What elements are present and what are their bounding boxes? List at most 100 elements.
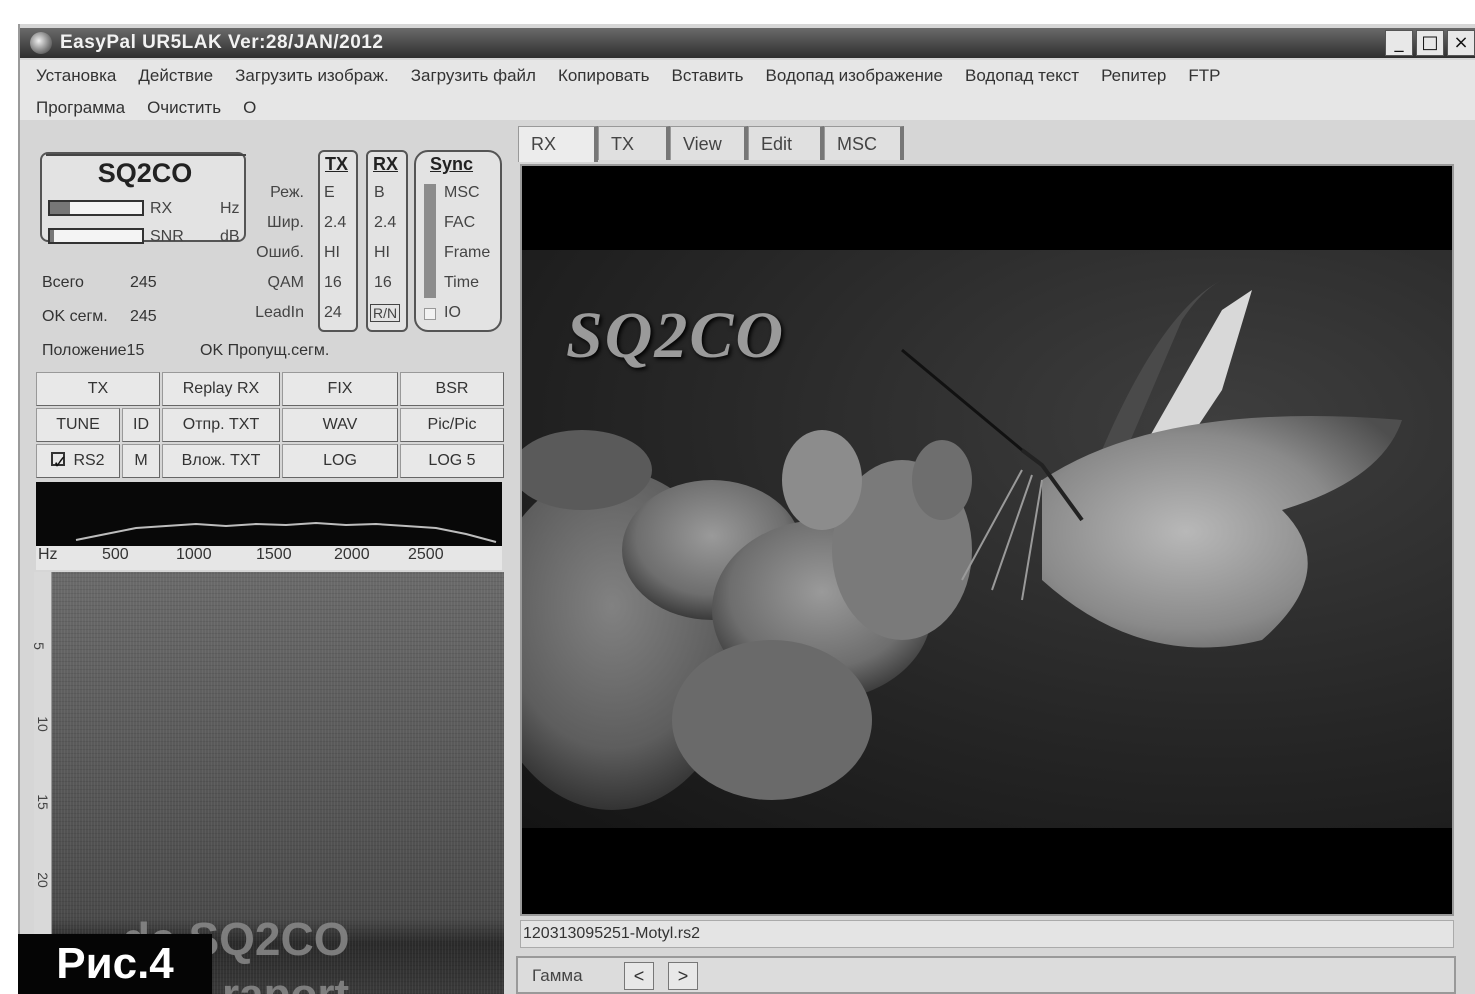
menu-repeater[interactable]: Репитер <box>1101 66 1166 86</box>
menu-action[interactable]: Действие <box>138 66 213 86</box>
pic-pic-button[interactable]: Pic/Pic <box>400 408 504 442</box>
minimize-button[interactable]: _ <box>1385 30 1413 56</box>
send-txt-button[interactable]: Отпр. TXT <box>162 408 280 442</box>
snr-label: SNR <box>150 228 184 245</box>
tab-edit[interactable]: Edit <box>748 126 824 160</box>
ok-segments-label: OK сегм. <box>42 308 108 325</box>
freq-unit-label: Hz <box>38 546 58 563</box>
rs2-check-icon[interactable] <box>51 446 68 478</box>
freq-tick-2000: 2000 <box>334 546 370 563</box>
figure-label: Рис.4 <box>18 934 212 994</box>
rx-width-value: 2.4 <box>374 214 397 231</box>
rx-params-box: RX B 2.4 HI 16 R/N <box>366 150 408 332</box>
callsign-divider <box>46 154 246 156</box>
log-button[interactable]: LOG <box>282 444 398 478</box>
menu-load-file[interactable]: Загрузить файл <box>411 66 536 86</box>
menu-ftp[interactable]: FTP <box>1188 66 1220 86</box>
waterfall-text-report: raport <box>222 970 349 994</box>
total-label: Всего <box>42 274 84 291</box>
param-error-label: Ошиб. <box>256 244 304 261</box>
rx-qam-value: 16 <box>374 274 392 291</box>
snr-level-fill <box>50 230 54 242</box>
menu-row-2: Программа Очистить O <box>36 98 256 118</box>
control-buttons: TX Replay RX FIX BSR TUNE ID Отпр. TXT W… <box>36 372 504 480</box>
rx-level-meter <box>48 200 144 216</box>
snr-meter <box>48 228 144 244</box>
gamma-label: Гамма <box>532 966 583 985</box>
menu-clear[interactable]: Очистить <box>147 98 221 118</box>
rx-rn-button[interactable]: R/N <box>370 304 401 322</box>
tab-rx[interactable]: RX <box>518 126 598 162</box>
ruler-tick-20: 20 <box>34 872 51 888</box>
snr-unit: dB <box>220 228 240 245</box>
param-leadin-label: LeadIn <box>255 304 304 321</box>
ruler-tick-15: 15 <box>34 794 51 810</box>
tab-view[interactable]: View <box>670 126 748 160</box>
rx-error-value: HI <box>374 244 390 261</box>
window-controls: _ □ × <box>1385 30 1475 56</box>
menu-paste[interactable]: Вставить <box>671 66 743 86</box>
freq-tick-500: 500 <box>102 546 129 563</box>
sync-msc-label: MSC <box>444 184 480 201</box>
spectrum-curve <box>75 521 497 543</box>
tab-tx[interactable]: TX <box>598 126 670 160</box>
sync-time-label: Time <box>444 274 479 291</box>
callsign-display: SQ2CO <box>97 158 193 188</box>
maximize-button[interactable]: □ <box>1416 30 1444 56</box>
menu-bar: Установка Действие Загрузить изображ. За… <box>20 60 1475 120</box>
received-image-frame: SQ2CO <box>520 164 1454 916</box>
menu-waterfall-image[interactable]: Водопад изображение <box>766 66 943 86</box>
wav-button[interactable]: WAV <box>282 408 398 442</box>
spectrum-display[interactable] <box>36 482 502 546</box>
attach-txt-button[interactable]: Влож. TXT <box>162 444 280 478</box>
tab-bar: RX TX View Edit MSC <box>518 126 904 162</box>
menu-load-image[interactable]: Загрузить изображ. <box>235 66 389 86</box>
tx-mode-value: E <box>324 184 335 201</box>
replay-rx-button[interactable]: Replay RX <box>162 372 280 406</box>
rs2-checkbox[interactable]: RS2 <box>36 444 120 478</box>
tx-width-value: 2.4 <box>324 214 347 231</box>
sync-io-label: IO <box>444 304 461 321</box>
sync-header: Sync <box>430 154 474 174</box>
id-button[interactable]: ID <box>122 408 160 442</box>
io-indicator <box>424 308 436 320</box>
total-value: 245 <box>130 274 157 291</box>
received-picture: SQ2CO <box>522 250 1452 828</box>
close-button[interactable]: × <box>1447 30 1475 56</box>
app-logo-icon <box>30 32 52 54</box>
tx-error-value: HI <box>324 244 340 261</box>
freq-tick-2500: 2500 <box>408 546 444 563</box>
rs2-label: RS2 <box>73 452 105 469</box>
tx-params-box: TX E 2.4 HI 16 24 <box>318 150 358 332</box>
freq-tick-1000: 1000 <box>176 546 212 563</box>
fix-button[interactable]: FIX <box>282 372 398 406</box>
waterfall-display[interactable]: 5 10 15 20 de SQ2CO raport <box>30 572 504 994</box>
sync-frame-label: Frame <box>444 244 491 261</box>
log5-button[interactable]: LOG 5 <box>400 444 504 478</box>
rx-unit: Hz <box>220 200 240 217</box>
gamma-decrease-button[interactable]: < <box>624 962 654 990</box>
tab-msc[interactable]: MSC <box>824 126 904 160</box>
sync-fac-label: FAC <box>444 214 476 231</box>
bsr-button[interactable]: BSR <box>400 372 504 406</box>
frequency-axis: Hz 500 1000 1500 2000 2500 <box>36 546 502 570</box>
image-overlay-callsign: SQ2CO <box>566 299 786 372</box>
app-window: EasyPal UR5LAK Ver:28/JAN/2012 _ □ × Уст… <box>18 24 1475 994</box>
param-mode-label: Реж. <box>270 184 304 201</box>
menu-setup[interactable]: Установка <box>36 66 116 86</box>
waterfall-noise: de SQ2CO raport <box>52 572 504 994</box>
title-bar[interactable]: EasyPal UR5LAK Ver:28/JAN/2012 _ □ × <box>20 28 1475 58</box>
tx-button[interactable]: TX <box>36 372 160 406</box>
status-panel: SQ2CO RX Hz SNR dB Реж. Шир. Ошиб. QAM L… <box>30 124 504 994</box>
m-button[interactable]: M <box>122 444 160 478</box>
menu-program[interactable]: Программа <box>36 98 125 118</box>
menu-copy[interactable]: Копировать <box>558 66 650 86</box>
gamma-controls: Гамма < > <box>516 956 1456 994</box>
ruler-tick-5: 5 <box>30 642 47 650</box>
tune-button[interactable]: TUNE <box>36 408 120 442</box>
callsign-box: SQ2CO RX Hz SNR dB <box>40 152 246 245</box>
menu-o[interactable]: O <box>243 98 256 118</box>
gamma-increase-button[interactable]: > <box>668 962 698 990</box>
menu-waterfall-text[interactable]: Водопад текст <box>965 66 1079 86</box>
tx-qam-value: 16 <box>324 274 342 291</box>
